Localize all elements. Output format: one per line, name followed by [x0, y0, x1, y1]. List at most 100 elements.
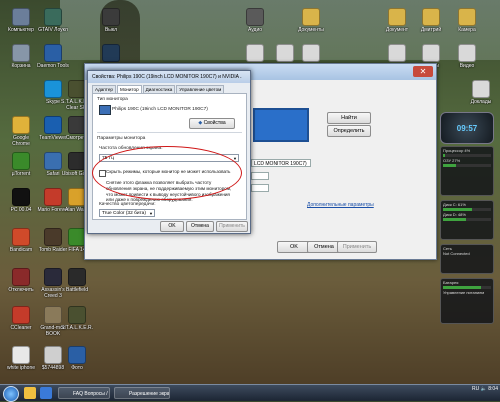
app-icon [12, 8, 30, 26]
app-icon [12, 188, 30, 206]
identify-button[interactable]: Определить [327, 125, 371, 137]
color-quality-label: Качество цветопередачи: [99, 202, 156, 207]
color-quality-select[interactable]: True Color (32 бита) ▼ [99, 209, 155, 217]
shield-icon: ◆ [198, 120, 203, 126]
monitor-preview[interactable] [253, 108, 309, 142]
monitor-type-label: Тип монитора [97, 97, 128, 102]
desktop-icon-label: Корзина [11, 63, 31, 69]
desktop-icon[interactable]: CCleaner [4, 306, 38, 331]
app-icon [422, 8, 440, 26]
monitor-settings-label: Параметры монитора [97, 136, 146, 141]
network-gadget[interactable]: Сеть Not Connected [440, 244, 494, 274]
main-ok-button[interactable]: OK [277, 241, 311, 253]
app-icon [68, 306, 86, 324]
orientation-select[interactable] [251, 184, 269, 192]
app-icon [458, 8, 476, 26]
desktop-icon[interactable]: S.T.A.L.K.E.R. [60, 306, 94, 331]
taskbar-item-screen-resolution[interactable]: Разрешение экрана [114, 387, 170, 399]
desktop-icon[interactable]: Battlefield [60, 268, 94, 293]
desktop-icon[interactable]: Daemon Tools [36, 44, 70, 69]
desktop-icon-label: µTorrent [11, 171, 31, 177]
dialog-title: Свойства: Philips 190C (19inch LCD MONIT… [92, 74, 242, 80]
app-icon [12, 306, 30, 324]
app-icon [12, 152, 30, 170]
cpu-gadget[interactable]: Процессор 4% ОЗУ 27% [440, 146, 494, 196]
speaker-icon[interactable]: 🔈 [481, 386, 487, 392]
explorer-icon[interactable] [24, 387, 36, 399]
desktop-icon[interactable]: PC 00.04 [4, 188, 38, 213]
desktop-icon-label: S.T.A.L.K.E.R. [61, 325, 93, 331]
desktop-icon-label: Доклады [470, 99, 492, 105]
app-icon [246, 8, 264, 26]
app-icon [102, 44, 120, 62]
desktop-icon[interactable]: Доклады [464, 80, 498, 105]
desktop-icon[interactable]: Документ [380, 8, 414, 33]
app-icon [12, 268, 30, 286]
dialog-titlebar[interactable]: Свойства: Philips 190C (19inch LCD MONIT… [88, 71, 250, 83]
desktop-icon[interactable]: Документы [294, 8, 328, 33]
desktop-icon-label: Аудио [247, 27, 263, 33]
find-button[interactable]: Найти [327, 112, 371, 124]
dialog-ok-button[interactable]: OK [160, 221, 184, 232]
tab-color-management[interactable]: Управление цветом [176, 85, 225, 93]
app-icon [12, 44, 30, 62]
display-select[interactable]: LCD MONITOR 190C7) [251, 159, 311, 167]
app-icon [388, 44, 406, 62]
desktop-icon[interactable]: Выкл [94, 8, 128, 33]
desktop-icon-label: GTAIV Лоукл [38, 27, 68, 33]
desktop-icon[interactable]: µTorrent [4, 152, 38, 177]
close-icon[interactable]: ✕ [413, 66, 433, 77]
chevron-down-icon: ▼ [149, 211, 153, 216]
app-icon [458, 44, 476, 62]
desktop-icon[interactable]: Корзина [4, 44, 38, 69]
desktop-icon[interactable]: Дмитрий [414, 8, 448, 33]
ie-icon[interactable] [40, 387, 52, 399]
resolution-select[interactable] [251, 172, 269, 180]
desktop-icon[interactable]: Google Chrome [4, 116, 38, 147]
desktop-icon-label: Отключить [8, 287, 34, 293]
main-apply-button[interactable]: Применить [337, 241, 377, 253]
tray-clock[interactable]: 8:04 [488, 386, 498, 392]
main-cancel-button[interactable]: Отмена [307, 241, 341, 253]
drive-gadget[interactable]: Диск C: 61% Диск D: 48% [440, 200, 494, 240]
desktop-icon[interactable]: Видео [450, 44, 484, 69]
desktop-icon[interactable]: GTAIV Лоукл [36, 8, 70, 33]
tab-adapter[interactable]: Адаптер [92, 85, 116, 93]
ram-label: ОЗУ 27% [443, 158, 461, 163]
desktop-icon-label: Daemon Tools [37, 63, 69, 69]
dialog-cancel-button[interactable]: Отмена [186, 221, 214, 232]
ram-meter [443, 164, 491, 167]
desktop-icon[interactable]: Аудио [238, 8, 272, 33]
app-icon [302, 44, 320, 62]
desktop-icon[interactable]: white iphone [4, 346, 38, 371]
desktop-icon[interactable]: Bandicam [4, 228, 38, 253]
properties-label: Свойства [203, 120, 226, 126]
desktop-icon-label: Документы [298, 27, 324, 33]
tab-diagnostics[interactable]: Диагностика [142, 85, 176, 93]
app-icon [44, 44, 62, 62]
battery-meter [443, 286, 491, 289]
tab-monitor[interactable]: Монитор [116, 85, 142, 93]
clock-gadget[interactable]: 09:57 [440, 112, 494, 144]
desktop-icon[interactable]: Отключить [4, 268, 38, 293]
desktop-icon[interactable]: Компьютер [4, 8, 38, 33]
dialog-tabs: Адаптер Монитор Диагностика Управление ц… [92, 85, 225, 93]
monitor-icon [99, 105, 111, 115]
desktop-icon-label: Камера [458, 27, 476, 33]
taskbar-item-faq[interactable]: FAQ Вопросы / Отв... [58, 387, 110, 399]
gadget-panel: 09:57 Процессор 4% ОЗУ 27% Диск C: 61% Д… [440, 112, 496, 362]
advanced-settings-link[interactable]: Дополнительные параметры [307, 202, 374, 208]
cpu-label: Процессор 4% [443, 148, 471, 153]
desktop-icon-label: Bandicam [9, 247, 33, 253]
desktop-icon[interactable]: Фото [60, 346, 94, 371]
desktop-icon-label: Battlefield [66, 287, 88, 293]
desktop-icon-label: white iphone [6, 365, 36, 371]
app-icon [422, 44, 440, 62]
dialog-apply-button[interactable]: Применить [216, 221, 248, 232]
desktop-icon[interactable]: Камера [450, 8, 484, 33]
language-indicator[interactable]: RU [472, 386, 479, 392]
app-icon [302, 8, 320, 26]
properties-button[interactable]: ◆ Свойства [189, 118, 235, 129]
battery-gadget[interactable]: Батарея Управление питанием [440, 278, 494, 324]
desktop-icon-label: PC 00.04 [10, 207, 32, 213]
